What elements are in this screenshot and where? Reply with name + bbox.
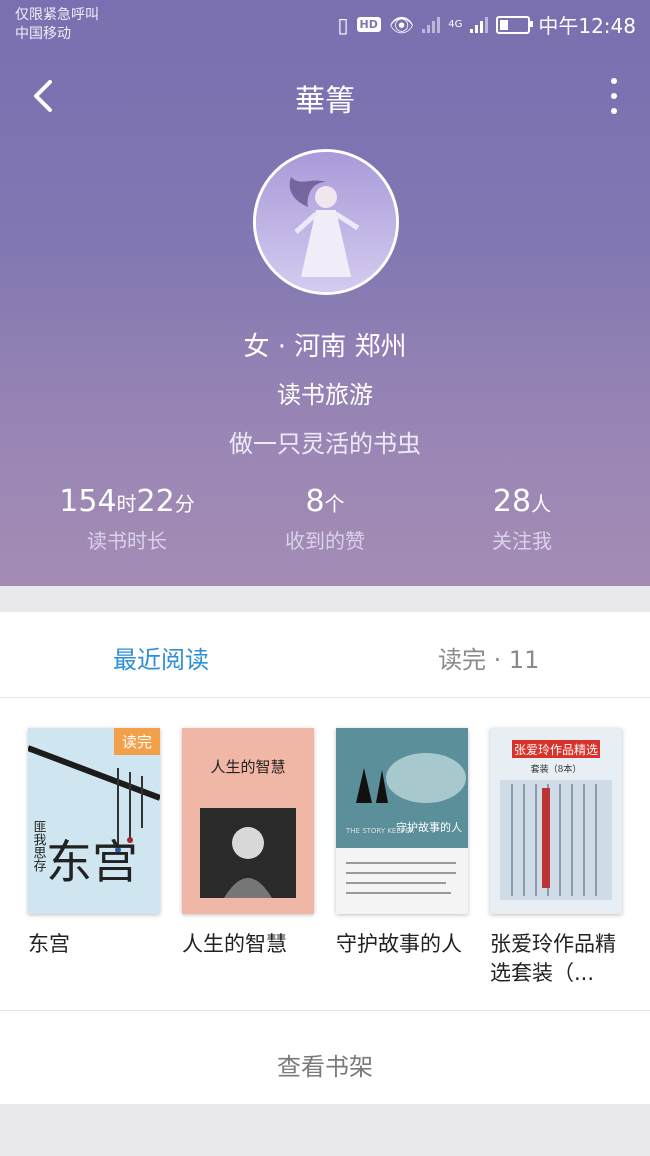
stat-label: 收到的赞 [285, 529, 365, 553]
tab-finished[interactable]: 读完 · 11 [438, 640, 539, 675]
status-icons: ▯ HD 👁 4G 中午12:48 [337, 10, 636, 39]
network-type: 4G [448, 19, 463, 30]
hobby: 读书旅游 [277, 381, 373, 409]
battery-icon [496, 15, 534, 34]
book-cover-art: THE STORY KEEPER 守护故事的人 [336, 728, 468, 914]
stat-label: 读书时长 [87, 529, 167, 553]
gender-location: 女 · 河南 郑州 [243, 332, 407, 362]
stat-unit: 人 [531, 492, 552, 516]
avatar[interactable] [253, 149, 399, 295]
cover-subtitle: 套装（8本） [531, 763, 582, 775]
stat-value: 154 [59, 484, 117, 519]
divider [0, 1010, 650, 1011]
book-title: 人生的智慧 [182, 932, 287, 956]
page-title: 華箐 [295, 84, 355, 119]
stat-unit: 时 [116, 492, 137, 516]
cover-author: 匪我思存 [31, 820, 47, 872]
book-title: 张爱玲作品精选套装（... [490, 932, 616, 985]
book-cover: 张爱玲作品精选 套装（8本） [490, 728, 622, 914]
stat-followers[interactable]: 28人 关注我 [422, 484, 622, 554]
profile-header: 仅限紧急呼叫 中国移动 ▯ HD 👁 4G 中午12:48 華箐 女 · 河南 … [0, 0, 650, 586]
stat-unit: 分 [174, 492, 195, 516]
cover-title: 人生的智慧 [210, 758, 285, 776]
signal-icon-2 [470, 16, 489, 33]
avatar-image [256, 152, 396, 292]
carrier-line1: 仅限紧急呼叫 [15, 7, 99, 23]
stat-unit: 个 [324, 492, 345, 516]
tab-recent-reading[interactable]: 最近阅读 [113, 640, 209, 675]
cover-title: 守护故事的人 [396, 820, 462, 834]
book-cover-art: 张爱玲作品精选 套装（8本） [490, 728, 622, 914]
stat-reading-time[interactable]: 154时22分 读书时长 [27, 484, 227, 554]
book-cover: 匪我思存 东宫 读完 [28, 728, 160, 914]
reading-card: 最近阅读 读完 · 11 匪我思存 东宫 读完 东宫 人生的智慧 人生的智慧 T… [0, 612, 650, 1104]
status-bar: 仅限紧急呼叫 中国移动 ▯ HD 👁 4G 中午12:48 [0, 0, 650, 50]
book-cover: 人生的智慧 [182, 728, 314, 914]
book-item[interactable]: 匪我思存 东宫 读完 东宫 [28, 728, 160, 959]
book-cover: THE STORY KEEPER 守护故事的人 [336, 728, 468, 914]
carrier-line2: 中国移动 [15, 26, 71, 42]
stat-label: 关注我 [492, 529, 552, 553]
cover-title: 东宫 [46, 835, 138, 889]
book-item[interactable]: 张爱玲作品精选 套装（8本） 张爱玲作品精选套装（... [490, 728, 622, 988]
book-cover-art: 人生的智慧 [182, 728, 314, 914]
more-options-button[interactable] [606, 78, 622, 114]
book-item[interactable]: THE STORY KEEPER 守护故事的人 守护故事的人 [336, 728, 468, 959]
clock: 中午12:48 [538, 14, 636, 38]
book-title: 东宫 [28, 932, 70, 956]
stat-value: 28 [492, 484, 532, 519]
book-item[interactable]: 人生的智慧 人生的智慧 [182, 728, 314, 959]
stat-likes[interactable]: 8个 收到的赞 [225, 484, 425, 554]
vibrate-icon: ▯ [337, 12, 349, 37]
book-title: 守护故事的人 [336, 932, 462, 956]
divider [0, 697, 650, 698]
signal-icon [422, 16, 441, 33]
eye-icon: 👁 [388, 12, 415, 37]
cover-title: 张爱玲作品精选 [514, 743, 598, 757]
view-bookshelf-button[interactable]: 查看书架 [0, 1024, 650, 1104]
finished-badge: 读完 [113, 728, 160, 755]
stat-value: 8 [305, 484, 325, 519]
hd-icon: HD [356, 17, 381, 32]
stat-value: 22 [136, 484, 175, 519]
motto: 做一只灵活的书虫 [229, 430, 421, 458]
book-cover-art: 匪我思存 东宫 [28, 728, 160, 914]
